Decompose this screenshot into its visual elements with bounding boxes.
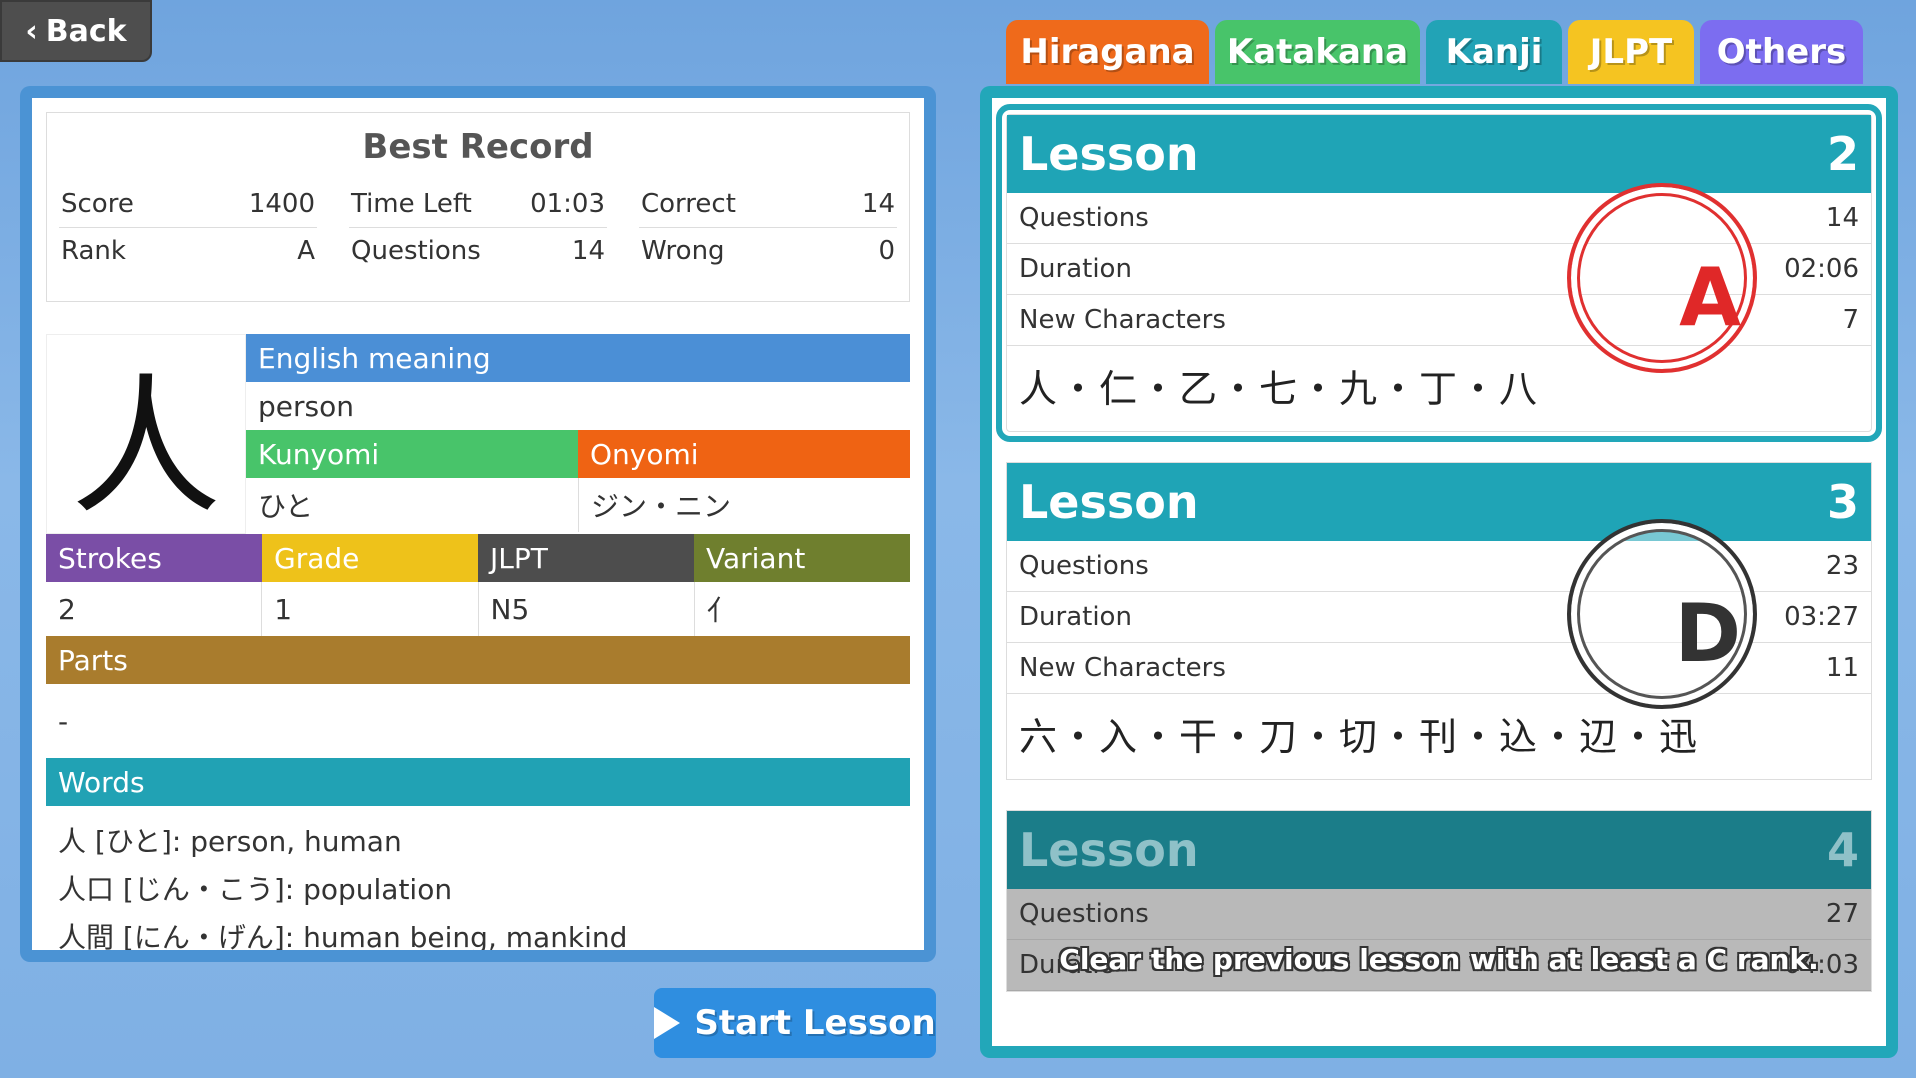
tab-katakana[interactable]: Katakana — [1215, 20, 1420, 84]
best-record-box: Best Record Score 1400 Rank A Time Left — [46, 112, 910, 302]
questions-value: 14 — [571, 236, 605, 266]
variant-header: Variant — [694, 534, 910, 582]
score-value: 1400 — [248, 189, 315, 219]
list-item: 人 [ひと]: person, human — [58, 825, 402, 858]
lesson-title: Lesson — [1019, 823, 1199, 877]
rank-stamp-icon: D — [1567, 519, 1757, 709]
lessons-panel: Lesson 2 Questions 14 Duration 02:06 New… — [980, 86, 1898, 1058]
wrong-value: 0 — [878, 236, 895, 266]
wrong-row: Wrong 0 — [639, 228, 897, 274]
variant-value: 亻 — [706, 594, 735, 627]
time-left-value: 01:03 — [530, 189, 605, 219]
play-icon — [654, 1007, 681, 1039]
lesson-header: Lesson 2 — [1007, 115, 1871, 193]
rank-value: A — [297, 236, 315, 266]
best-record-title: Best Record — [362, 127, 594, 167]
strokes-value: 2 — [46, 582, 263, 636]
lesson-header: Lesson 3 — [1007, 463, 1871, 541]
category-tabs: Hiragana Katakana Kanji JLPT Others — [1006, 20, 1863, 84]
time-left-label: Time Left — [351, 189, 472, 219]
lessons-list[interactable]: Lesson 2 Questions 14 Duration 02:06 New… — [992, 98, 1886, 1046]
parts-value: - — [58, 704, 69, 738]
tab-others[interactable]: Others — [1700, 20, 1863, 84]
questions-label: Questions — [351, 236, 481, 266]
wrong-label: Wrong — [641, 236, 725, 266]
rank-label: Rank — [61, 236, 126, 266]
correct-value: 14 — [861, 189, 895, 219]
grade-header: Grade — [262, 534, 478, 582]
correct-label: Correct — [641, 189, 736, 219]
lesson-number: 2 — [1826, 127, 1859, 181]
lesson-questions-label: Questions — [1019, 551, 1149, 581]
rank-row: Rank A — [59, 228, 317, 274]
lesson-duration-value: 03:27 — [1784, 602, 1859, 632]
rank-stamp-letter: A — [1679, 251, 1741, 344]
lesson-card-2[interactable]: Lesson 2 Questions 14 Duration 02:06 New… — [996, 104, 1882, 442]
kanji-character: 人 — [46, 334, 246, 535]
kanji-info-card: 人 English meaning person Kunyomi ひと Onyo… — [46, 334, 910, 950]
lesson-questions-label: Questions — [1019, 899, 1149, 929]
kanji-detail-panel: Best Record Score 1400 Rank A Time Left — [20, 86, 936, 962]
tab-jlpt[interactable]: JLPT — [1568, 20, 1694, 84]
start-lesson-label: Start Lesson — [694, 1003, 936, 1043]
kanji-detail-content[interactable]: Best Record Score 1400 Rank A Time Left — [32, 98, 924, 950]
lesson-characters: 人・仁・乙・七・九・丁・八 — [1019, 367, 1540, 411]
english-meaning-header: English meaning — [246, 334, 910, 382]
lesson-new-chars-label: New Characters — [1019, 653, 1226, 683]
parts-header: Parts — [46, 636, 910, 684]
tab-kanji[interactable]: Kanji — [1426, 20, 1562, 84]
score-label: Score — [61, 189, 134, 219]
words-list: 人 [ひと]: person, human 人口 [じん・こう]: popula… — [46, 806, 910, 950]
correct-row: Correct 14 — [639, 181, 897, 228]
back-button[interactable]: ‹ Back — [0, 0, 152, 62]
lesson-duration-value: 02:06 — [1784, 254, 1859, 284]
lesson-questions-row: Questions 27 — [1007, 889, 1871, 940]
chevron-left-icon: ‹ — [25, 13, 38, 49]
grade-value: 1 — [262, 582, 479, 636]
jlpt-value: N5 — [479, 582, 695, 636]
rank-stamp-icon: A — [1567, 183, 1757, 373]
lesson-questions-value: 23 — [1825, 551, 1859, 581]
lesson-new-chars-label: New Characters — [1019, 305, 1226, 335]
lesson-number: 4 — [1826, 823, 1859, 877]
lesson-questions-value: 27 — [1825, 899, 1859, 929]
lesson-title: Lesson — [1019, 127, 1199, 181]
onyomi-value: ジン・ニン — [578, 478, 910, 532]
words-header: Words — [46, 758, 910, 806]
kunyomi-value: ひと — [258, 490, 314, 523]
lesson-duration-label: Duration — [1019, 254, 1132, 284]
lesson-card-4: Lesson 4 Questions 27 Duratio 04:03 Clea… — [1006, 810, 1872, 992]
rank-stamp-letter: D — [1674, 587, 1741, 680]
lesson-questions-label: Questions — [1019, 203, 1149, 233]
list-item: 人間 [にん・げん]: human being, mankind — [58, 921, 628, 950]
lesson-card-3[interactable]: Lesson 3 Questions 23 Duration 03:27 New… — [1006, 462, 1872, 780]
lesson-new-chars-value: 7 — [1842, 305, 1859, 335]
questions-row: Questions 14 — [349, 228, 607, 274]
english-meaning-value: person — [258, 389, 354, 423]
lesson-characters: 六・入・干・刀・切・刊・込・辺・迅 — [1019, 715, 1700, 759]
score-row: Score 1400 — [59, 181, 317, 228]
onyomi-header: Onyomi — [578, 430, 910, 478]
list-item: 人口 [じん・こう]: population — [58, 873, 453, 906]
lesson-title: Lesson — [1019, 475, 1199, 529]
back-label: Back — [45, 13, 127, 49]
lesson-new-chars-value: 11 — [1825, 653, 1859, 683]
time-left-row: Time Left 01:03 — [349, 181, 607, 228]
lesson-number: 3 — [1826, 475, 1859, 529]
kunyomi-header: Kunyomi — [246, 430, 578, 478]
jlpt-header: JLPT — [478, 534, 694, 582]
lesson-header: Lesson 4 — [1007, 811, 1871, 889]
strokes-header: Strokes — [46, 534, 262, 582]
start-lesson-button[interactable]: Start Lesson — [654, 988, 936, 1058]
lesson-questions-value: 14 — [1825, 203, 1859, 233]
tab-hiragana[interactable]: Hiragana — [1006, 20, 1209, 84]
locked-message: Clear the previous lesson with at least … — [1059, 943, 1819, 976]
lesson-duration-label: Duration — [1019, 602, 1132, 632]
